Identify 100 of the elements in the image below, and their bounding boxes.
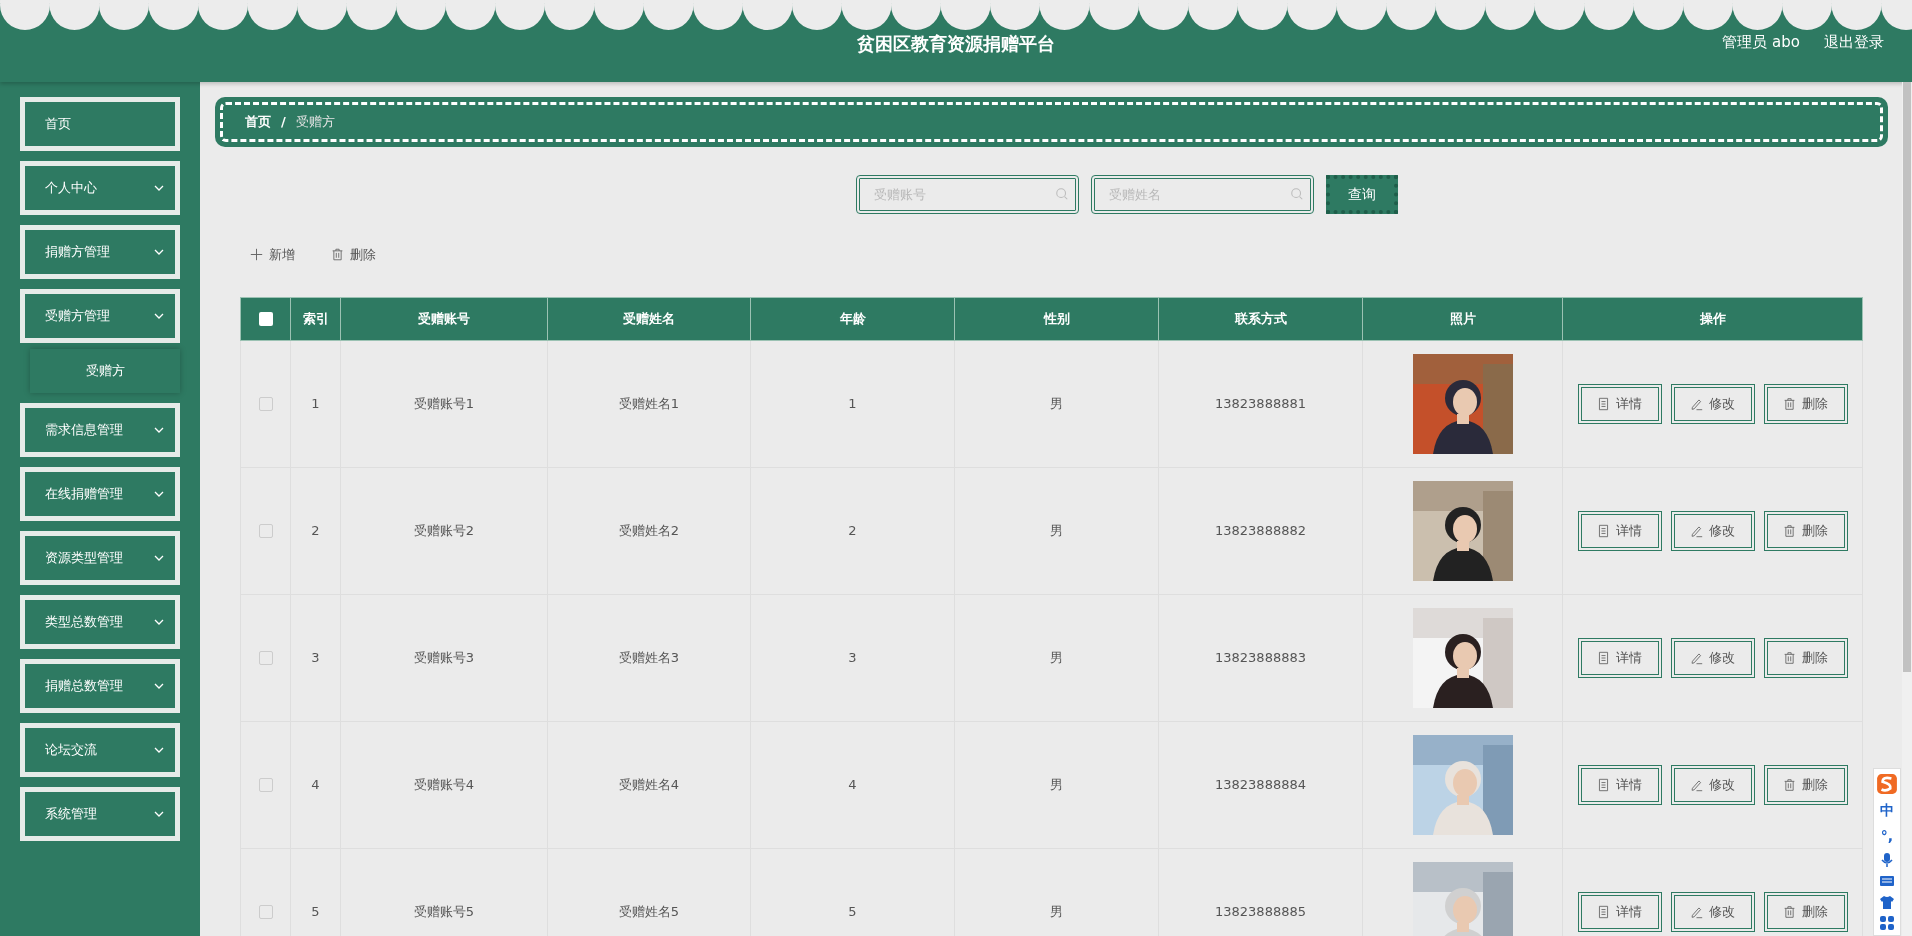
ime-punctuation-label[interactable]: °, (1880, 826, 1894, 847)
trash-icon (1783, 777, 1796, 792)
edit-button[interactable]: 修改 (1670, 891, 1755, 932)
delete-button[interactable]: 删除 (1763, 891, 1848, 932)
toolbar-button[interactable]: 新增 (240, 239, 305, 271)
table-cell: 受赠账号3 (340, 594, 548, 721)
search-icon (1289, 187, 1304, 201)
select-all-checkbox[interactable] (258, 312, 273, 327)
toolbar-button[interactable]: 删除 (321, 239, 386, 271)
column-header: 受赠姓名 (547, 297, 751, 340)
search-button[interactable]: 查询 (1325, 175, 1398, 214)
column-header: 受赠账号 (340, 297, 548, 340)
trash-icon (1783, 650, 1796, 665)
sidebar-item[interactable]: 类型总数管理 (20, 595, 180, 649)
document-icon (1597, 523, 1610, 538)
row-checkbox[interactable] (258, 651, 273, 666)
document-icon (1597, 396, 1610, 411)
delete-button[interactable]: 删除 (1763, 383, 1848, 424)
trash-icon (331, 248, 344, 262)
chevron-down-icon (153, 312, 165, 320)
table-cell: 13823888883 (1158, 594, 1363, 721)
grid-icon (1879, 915, 1895, 931)
table-cell: 4 (750, 721, 955, 848)
shirt-icon (1879, 894, 1895, 910)
edit-button[interactable]: 修改 (1670, 764, 1755, 805)
sidebar-item[interactable]: 捐赠方管理 (20, 225, 180, 279)
pencil-icon (1690, 650, 1703, 665)
delete-button[interactable]: 删除 (1763, 510, 1848, 551)
table-cell: 受赠账号4 (340, 721, 548, 848)
sidebar-item[interactable]: 首页 (20, 97, 180, 151)
row-checkbox[interactable] (258, 905, 273, 920)
breadcrumb-link[interactable]: 首页 (245, 112, 271, 132)
trash-icon (1783, 904, 1796, 919)
sidebar-item[interactable]: 捐赠总数管理 (20, 659, 180, 713)
edit-button[interactable]: 修改 (1670, 637, 1755, 678)
table-cell: 男 (954, 721, 1159, 848)
edit-button[interactable]: 修改 (1670, 383, 1755, 424)
column-header: 照片 (1362, 297, 1563, 340)
ime-logo-icon (1876, 773, 1898, 795)
user-label: 管理员 abo (1722, 32, 1800, 53)
chevron-down-icon (153, 682, 165, 690)
details-button[interactable]: 详情 (1577, 764, 1662, 805)
table-cell: 2 (290, 467, 341, 594)
details-button[interactable]: 详情 (1577, 637, 1662, 678)
document-icon (1597, 904, 1610, 919)
ime-mode-label[interactable]: 中 (1880, 800, 1894, 821)
column-header: 索引 (290, 297, 341, 340)
table-cell: 13823888881 (1158, 340, 1363, 467)
chevron-down-icon (153, 810, 165, 818)
row-checkbox[interactable] (258, 778, 273, 793)
column-header: 联系方式 (1158, 297, 1363, 340)
scrollbar[interactable] (1902, 82, 1912, 936)
delete-button[interactable]: 删除 (1763, 764, 1848, 805)
document-icon (1597, 650, 1610, 665)
chevron-down-icon (153, 490, 165, 498)
sidebar-item[interactable]: 需求信息管理 (20, 403, 180, 457)
table-cell: 男 (954, 340, 1159, 467)
search-icon (1054, 187, 1069, 201)
sidebar-subitem[interactable]: 受赠方 (30, 349, 180, 393)
sidebar-item[interactable]: 在线捐赠管理 (20, 467, 180, 521)
chevron-down-icon (153, 248, 165, 256)
logout-link[interactable]: 退出登录 (1824, 31, 1884, 54)
keyboard-icon (1879, 873, 1895, 889)
table-cell: 3 (750, 594, 955, 721)
details-button[interactable]: 详情 (1577, 383, 1662, 424)
table-cell: 受赠姓名3 (547, 594, 751, 721)
plus-icon (250, 248, 263, 262)
row-checkbox[interactable] (258, 397, 273, 412)
table-cell: 3 (290, 594, 341, 721)
trash-icon (1783, 396, 1796, 411)
delete-button[interactable]: 删除 (1763, 637, 1848, 678)
table-cell: 1 (750, 340, 955, 467)
trash-icon (1783, 523, 1796, 538)
column-header: 操作 (1562, 297, 1863, 340)
chevron-down-icon (153, 746, 165, 754)
column-header: 年龄 (750, 297, 955, 340)
table-cell: 4 (290, 721, 341, 848)
chevron-down-icon (153, 554, 165, 562)
sidebar-item[interactable]: 系统管理 (20, 787, 180, 841)
sidebar-item[interactable]: 受赠方管理 (20, 289, 180, 343)
table-cell: 受赠姓名2 (547, 467, 751, 594)
breadcrumb-separator: / (281, 113, 286, 132)
sidebar-item[interactable]: 个人中心 (20, 161, 180, 215)
app-title: 贫困区教育资源捐赠平台 (857, 33, 1055, 54)
microphone-icon (1879, 852, 1895, 868)
table-cell: 受赠账号2 (340, 467, 548, 594)
table-cell: 1 (290, 340, 341, 467)
pencil-icon (1690, 396, 1703, 411)
row-checkbox[interactable] (258, 524, 273, 539)
sidebar-item[interactable]: 资源类型管理 (20, 531, 180, 585)
column-header: 性别 (954, 297, 1159, 340)
details-button[interactable]: 详情 (1577, 891, 1662, 932)
table-cell: 受赠账号1 (340, 340, 548, 467)
pencil-icon (1690, 777, 1703, 792)
details-button[interactable]: 详情 (1577, 510, 1662, 551)
sidebar-item[interactable]: 论坛交流 (20, 723, 180, 777)
pencil-icon (1690, 523, 1703, 538)
table-cell: 受赠姓名1 (547, 340, 751, 467)
edit-button[interactable]: 修改 (1670, 510, 1755, 551)
table-cell: 13823888882 (1158, 467, 1363, 594)
